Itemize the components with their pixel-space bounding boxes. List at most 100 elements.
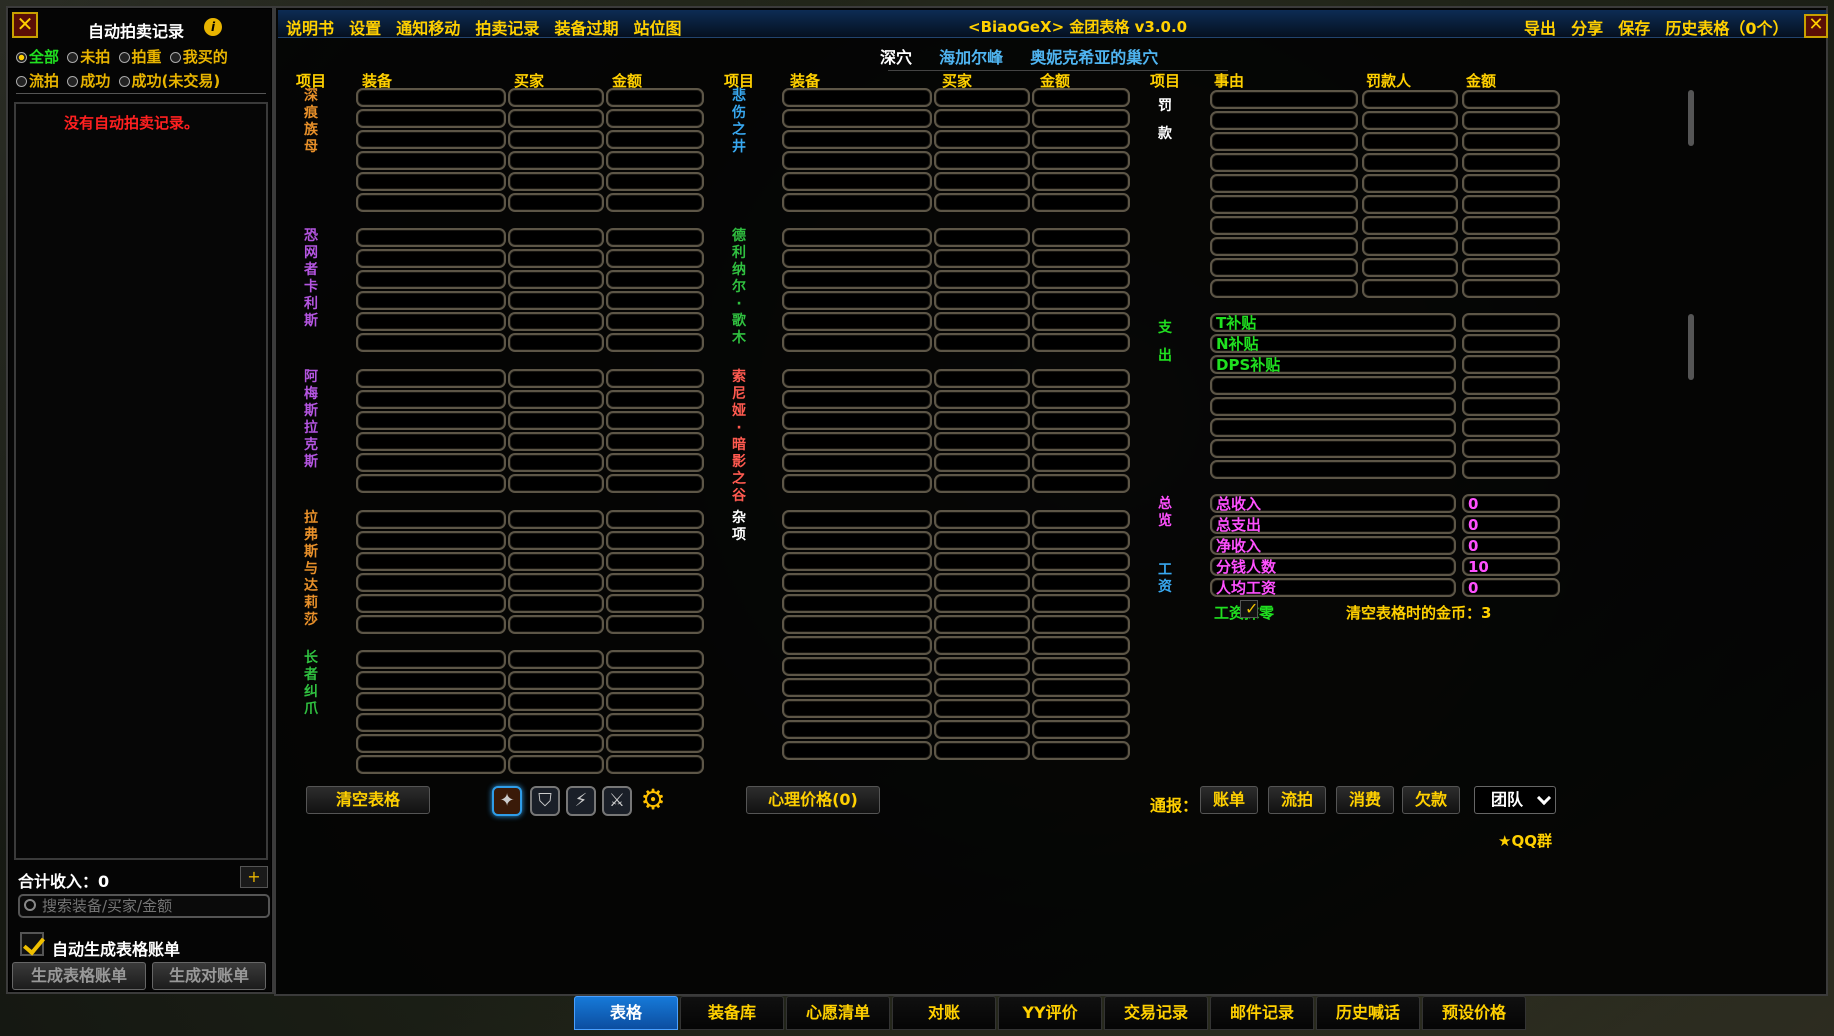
penalty-row-cell[interactable] [1362,258,1458,277]
loot-row-cell[interactable] [606,270,704,289]
penalty-row-cell[interactable] [1462,258,1560,277]
loot-row-cell[interactable] [934,552,1030,571]
loot-row-cell[interactable] [934,474,1030,493]
auction-record-list[interactable]: 没有自动拍卖记录。 [14,102,268,860]
penalty-row-cell[interactable] [1210,258,1358,277]
loot-row-cell[interactable] [934,453,1030,472]
loot-row-cell[interactable] [606,615,704,634]
loot-row-cell[interactable] [782,390,932,409]
loot-row-cell[interactable] [934,249,1030,268]
expense-amount-cell[interactable] [1462,313,1560,332]
loot-row-cell[interactable] [508,333,604,352]
loot-row-cell[interactable] [606,130,704,149]
team-select[interactable]: 团队 [1474,786,1556,814]
loot-row-cell[interactable] [1032,88,1130,107]
menu-settings[interactable]: 设置 [349,19,381,38]
expense-row-cell[interactable] [1210,460,1456,479]
loot-row-cell[interactable] [934,657,1030,676]
loot-row-cell[interactable] [1032,109,1130,128]
loot-row-cell[interactable] [782,678,932,697]
scrollbar[interactable] [1688,90,1694,146]
loot-row-cell[interactable] [782,193,932,212]
loot-row-cell[interactable] [934,411,1030,430]
penalty-row-cell[interactable] [1210,111,1358,130]
penalty-row-cell[interactable] [1362,195,1458,214]
expense-amount-cell[interactable] [1462,460,1560,479]
loot-row-cell[interactable] [356,734,506,753]
loot-row-cell[interactable] [606,333,704,352]
loot-row-cell[interactable] [1032,333,1130,352]
loot-row-cell[interactable] [1032,474,1130,493]
menu-position-map[interactable]: 站位图 [634,19,682,38]
loot-row-cell[interactable] [508,552,604,571]
raid-mode-icon[interactable]: ✦ [492,786,522,816]
loot-row-cell[interactable] [508,411,604,430]
loot-row-cell[interactable] [606,713,704,732]
loot-row-cell[interactable] [1032,510,1130,529]
loot-row-cell[interactable] [934,333,1030,352]
loot-row-cell[interactable] [1032,130,1130,149]
close-icon[interactable]: ✕ [1804,14,1828,38]
menu-auction-record[interactable]: 拍卖记录 [475,19,539,38]
bottom-tab[interactable]: YY评价 [998,996,1102,1030]
loot-row-cell[interactable] [606,193,704,212]
loot-row-cell[interactable] [356,552,506,571]
penalty-row-cell[interactable] [1362,174,1458,193]
loot-row-cell[interactable] [782,531,932,550]
menu-manual[interactable]: 说明书 [286,19,334,38]
loot-row-cell[interactable] [606,249,704,268]
loot-row-cell[interactable] [508,713,604,732]
loot-row-cell[interactable] [356,228,506,247]
loot-row-cell[interactable] [508,390,604,409]
auto-generate-checkbox[interactable] [20,932,44,956]
bottom-tab[interactable]: 邮件记录 [1210,996,1314,1030]
loot-row-cell[interactable] [782,636,932,655]
loot-row-cell[interactable] [782,699,932,718]
loot-row-cell[interactable] [606,228,704,247]
penalty-row-cell[interactable] [1462,111,1560,130]
loot-row-cell[interactable] [934,172,1030,191]
lightning-icon[interactable]: ⚡ [566,786,596,816]
search-input[interactable] [18,894,270,918]
loot-row-cell[interactable] [1032,432,1130,451]
loot-row-cell[interactable] [508,734,604,753]
penalty-row-cell[interactable] [1462,132,1560,151]
loot-row-cell[interactable] [934,312,1030,331]
loot-row-cell[interactable] [1032,678,1130,697]
loot-row-cell[interactable] [1032,594,1130,613]
tab-onyxia[interactable]: 奥妮克希亚的巢穴 [1030,48,1158,67]
loot-row-cell[interactable] [606,671,704,690]
filter-duplicate[interactable]: 拍重 [118,46,162,67]
loot-row-cell[interactable] [606,531,704,550]
loot-row-cell[interactable] [1032,369,1130,388]
close-icon[interactable]: ✕ [12,12,38,38]
penalty-row-cell[interactable] [1210,153,1358,172]
loot-row-cell[interactable] [782,291,932,310]
loot-row-cell[interactable] [782,249,932,268]
penalty-row-cell[interactable] [1362,111,1458,130]
bottom-tab[interactable]: 心愿清单 [786,996,890,1030]
penalty-row-cell[interactable] [1210,195,1358,214]
penalty-row-cell[interactable] [1462,174,1560,193]
loot-row-cell[interactable] [934,109,1030,128]
loot-row-cell[interactable] [1032,270,1130,289]
tab-hyjal[interactable]: 海加尔峰 [939,48,1003,67]
menu-share[interactable]: 分享 [1571,19,1603,38]
loot-row-cell[interactable] [606,594,704,613]
loot-row-cell[interactable] [606,755,704,774]
loot-row-cell[interactable] [508,291,604,310]
loot-row-cell[interactable] [1032,411,1130,430]
loot-row-cell[interactable] [508,270,604,289]
loot-row-cell[interactable] [1032,720,1130,739]
loot-row-cell[interactable] [934,291,1030,310]
loot-row-cell[interactable] [782,474,932,493]
loot-row-cell[interactable] [606,552,704,571]
add-button[interactable]: + [240,866,268,888]
filter-mine[interactable]: 我买的 [169,46,228,67]
loot-row-cell[interactable] [782,228,932,247]
expense-amount-cell[interactable] [1462,355,1560,374]
loot-row-cell[interactable] [508,594,604,613]
penalty-row-cell[interactable] [1462,195,1560,214]
loot-row-cell[interactable] [508,692,604,711]
loot-row-cell[interactable] [1032,151,1130,170]
